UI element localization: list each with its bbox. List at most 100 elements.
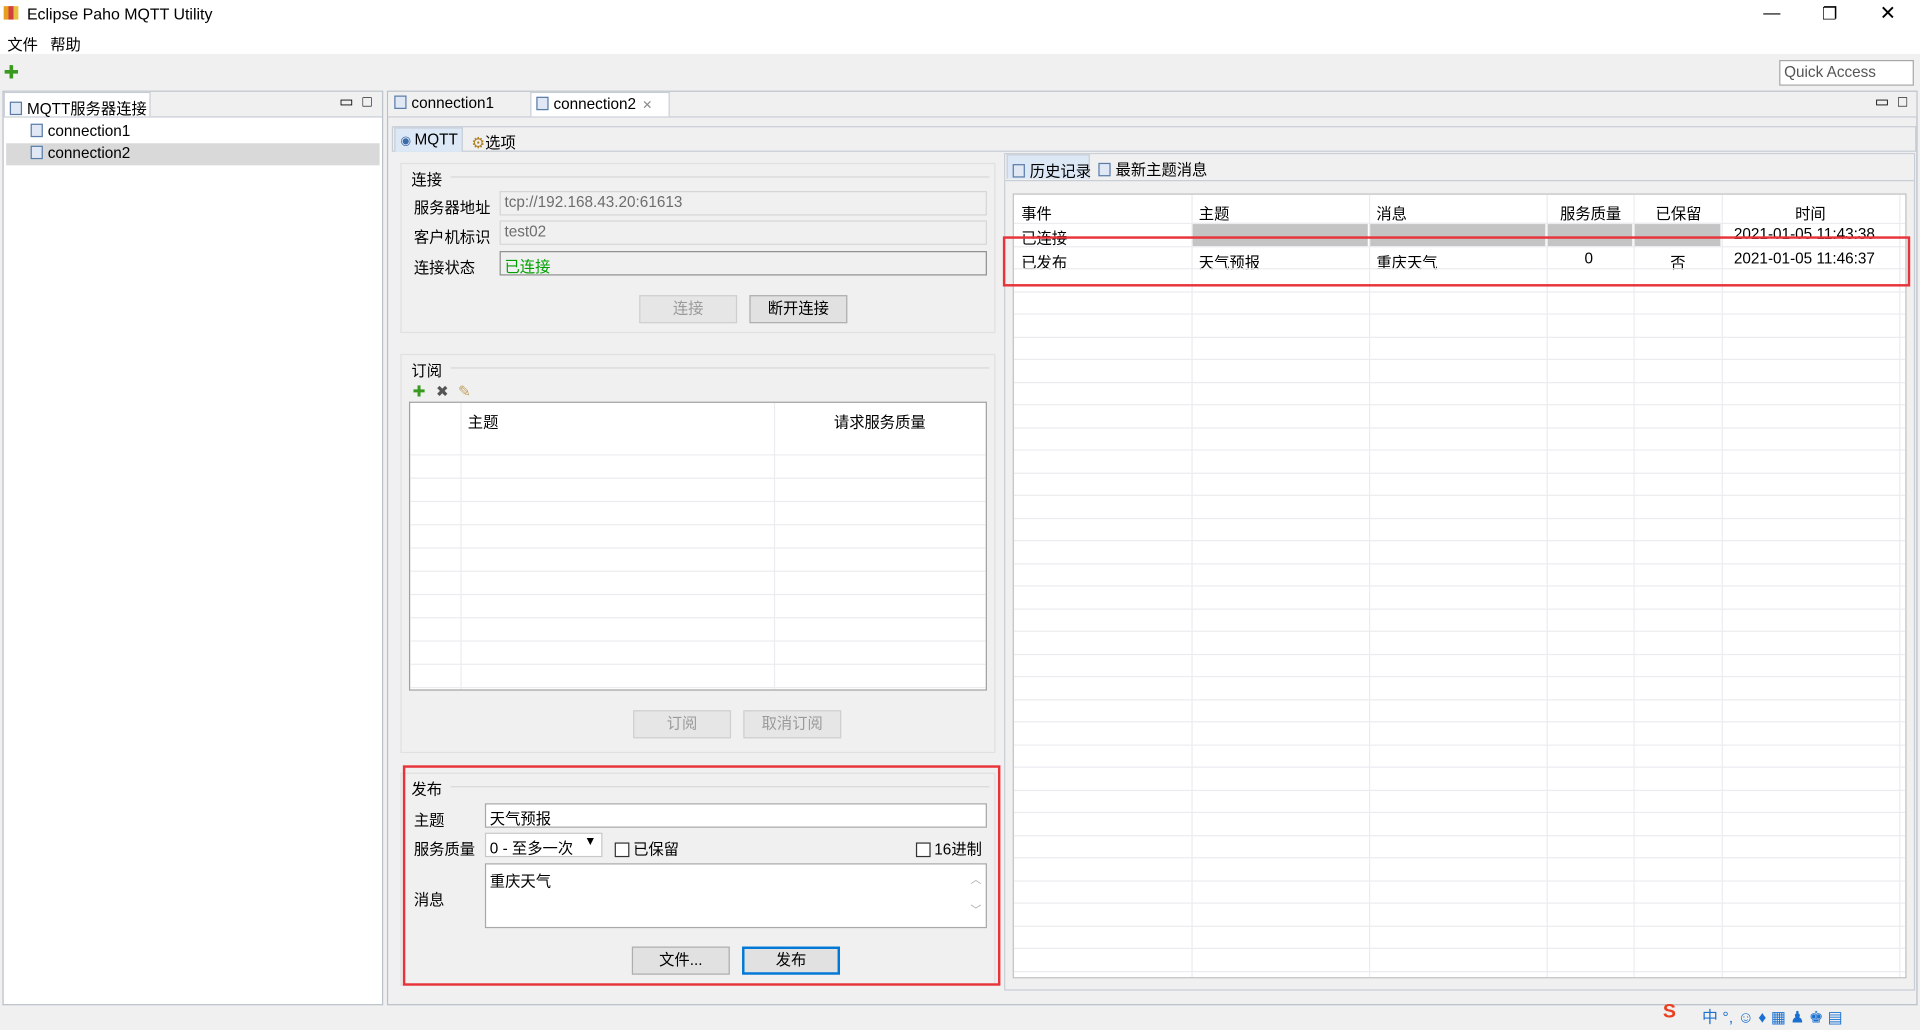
subscribe-button[interactable]: 订阅 xyxy=(633,710,732,739)
row-divider xyxy=(1013,517,1906,520)
connect-group-title: 连接 xyxy=(408,166,445,190)
hex-checkbox[interactable]: 16进制 xyxy=(915,836,982,859)
row-divider xyxy=(1013,382,1906,384)
row-divider xyxy=(1013,880,1906,882)
tab-latest-messages[interactable]: 最新主题消息 xyxy=(1093,154,1212,179)
clear-icon[interactable]: ✎ xyxy=(458,382,471,400)
row-divider xyxy=(1013,971,1906,973)
tab-label: connection2 xyxy=(553,95,637,113)
mqtt-icon: ◉ xyxy=(400,134,415,149)
tree-item-label: connection1 xyxy=(47,122,131,140)
publish-button[interactable]: 发布 xyxy=(742,946,841,975)
tab-connection1[interactable]: connection1 xyxy=(389,92,529,116)
row-divider xyxy=(1013,268,1906,270)
row-divider xyxy=(1013,427,1906,429)
menu-bar: 文件 帮助 xyxy=(0,28,1920,54)
publish-message-textarea[interactable]: 重庆天气 ︿ ﹀ xyxy=(484,863,987,929)
row-divider xyxy=(1013,404,1906,406)
add-connection-icon[interactable]: ✚ xyxy=(4,61,19,83)
ime-toolbar-icons[interactable]: 中 °, ☺ ♦ ▦ ♟ ♚ ▤ xyxy=(1702,1004,1843,1027)
tab-connection2[interactable]: connection2 ✕ xyxy=(530,91,670,117)
chevron-down-icon: ▼ xyxy=(584,835,597,849)
subscribe-group-title: 订阅 xyxy=(408,357,445,381)
cell-event: 已连接 xyxy=(1021,230,1068,248)
minimize-view-icon[interactable]: ▭ xyxy=(339,92,353,110)
restore-icon[interactable]: ❐ xyxy=(1822,4,1837,25)
cell-qos: 0 xyxy=(1584,249,1594,267)
qos-select[interactable]: 0 - 至多一次 ▼ xyxy=(484,832,603,858)
connection-icon xyxy=(30,145,43,160)
row-divider xyxy=(1013,494,1906,496)
tab-history[interactable]: 历史记录 xyxy=(1006,154,1091,180)
row-divider xyxy=(1013,744,1906,746)
publish-topic-input[interactable]: 天气预报 xyxy=(484,803,987,828)
close-tab-icon[interactable]: ✕ xyxy=(642,99,652,112)
column-header-time[interactable]: 时间 xyxy=(1795,201,1826,224)
server-address-field[interactable]: tcp://192.168.43.20:61613 xyxy=(499,191,987,216)
column-header-topic[interactable]: 主题 xyxy=(1199,201,1230,224)
server-address-label: 服务器地址 xyxy=(413,199,491,217)
list-icon xyxy=(1098,162,1111,177)
column-header-retained[interactable]: 已保留 xyxy=(1656,201,1702,224)
history-table[interactable]: 事件 主题 消息 服务质量 已保留 时间 已连接 2021-01-05 11:4… xyxy=(1012,193,1907,979)
connection-icon xyxy=(30,123,43,138)
tree-item-label: connection2 xyxy=(47,144,131,162)
maximize-view-icon[interactable]: □ xyxy=(362,93,371,110)
history-row[interactable]: 已连接 2021-01-05 11:43:38 xyxy=(1014,222,1905,248)
row-divider xyxy=(1013,358,1906,361)
editor-area: connection1 connection2 ✕ ▭ □ ◉ MQTT ⚙选项 … xyxy=(386,90,1918,1006)
qos-selected: 0 - 至多一次 xyxy=(489,840,574,858)
cell-time: 2021-01-05 11:46:37 xyxy=(1733,249,1875,267)
cell-message: 重庆天气 xyxy=(1376,254,1438,272)
row-divider xyxy=(1013,789,1906,792)
row-divider xyxy=(1013,721,1906,723)
window-title: Eclipse Paho MQTT Utility xyxy=(26,4,213,24)
tree-item-connection2[interactable]: connection2 xyxy=(6,143,380,166)
row-divider xyxy=(1013,585,1906,587)
scrollbar[interactable]: ︿ ﹀ xyxy=(966,864,986,926)
remove-subscription-icon[interactable]: ✖ xyxy=(436,382,449,400)
row-divider xyxy=(1013,766,1906,768)
minimize-icon[interactable]: — xyxy=(1763,2,1780,22)
subscribe-group: 订阅 ✚ ✖ ✎ 主题 请求服务质量 订阅 取消订阅 xyxy=(400,353,996,754)
subtab-mqtt[interactable]: ◉ MQTT xyxy=(394,127,463,152)
ime-icon[interactable]: S xyxy=(1663,1002,1676,1024)
row-divider xyxy=(1013,857,1906,859)
row-divider xyxy=(1013,630,1906,632)
connection-status-field: 已连接 xyxy=(499,251,987,276)
column-header-topic[interactable]: 主题 xyxy=(468,409,499,432)
column-header-message[interactable]: 消息 xyxy=(1376,201,1407,224)
column-header-qos[interactable]: 请求服务质量 xyxy=(834,409,926,432)
history-row[interactable]: 已发布 天气预报 重庆天气 0 否 2021-01-05 11:46:37 xyxy=(1014,246,1905,272)
row-divider xyxy=(1013,291,1906,293)
tree-item-connection1[interactable]: connection1 xyxy=(28,121,133,144)
column-header-qos[interactable]: 服务质量 xyxy=(1560,201,1621,224)
message-text: 重庆天气 xyxy=(489,873,552,891)
publish-message-label: 消息 xyxy=(413,891,445,909)
tab-mqtt-connections[interactable]: MQTT服务器连接 xyxy=(3,91,151,118)
connect-button[interactable]: 连接 xyxy=(639,295,738,324)
history-header: 事件 主题 消息 服务质量 已保留 时间 xyxy=(1014,195,1905,224)
file-button[interactable]: 文件... xyxy=(631,946,730,975)
unsubscribe-button[interactable]: 取消订阅 xyxy=(743,710,842,739)
cell-topic: 天气预报 xyxy=(1198,254,1261,272)
maximize-view-icon[interactable]: □ xyxy=(1898,93,1907,110)
menu-help[interactable]: 帮助 xyxy=(50,32,81,55)
add-subscription-icon[interactable]: ✚ xyxy=(413,382,426,400)
row-divider xyxy=(1013,925,1906,927)
row-divider xyxy=(1013,675,1906,678)
subscription-table[interactable]: 主题 请求服务质量 xyxy=(408,401,987,691)
column-header-event[interactable]: 事件 xyxy=(1021,201,1052,224)
close-icon[interactable]: ✕ xyxy=(1880,1,1896,25)
cell-time: 2021-01-05 11:43:38 xyxy=(1733,225,1875,243)
minimize-view-icon[interactable]: ▭ xyxy=(1875,92,1889,110)
row-divider xyxy=(1013,449,1906,451)
subtab-options[interactable]: ⚙选项 xyxy=(467,127,521,152)
retained-checkbox[interactable]: 已保留 xyxy=(614,836,679,859)
disconnect-button[interactable]: 断开连接 xyxy=(749,295,848,324)
title-bar: Eclipse Paho MQTT Utility — ❐ ✕ xyxy=(0,0,1920,29)
connection-status-label: 连接状态 xyxy=(413,259,476,277)
client-id-field[interactable]: test02 xyxy=(499,220,987,245)
menu-file[interactable]: 文件 xyxy=(7,32,38,55)
quick-access-input[interactable]: Quick Access xyxy=(1779,60,1914,86)
